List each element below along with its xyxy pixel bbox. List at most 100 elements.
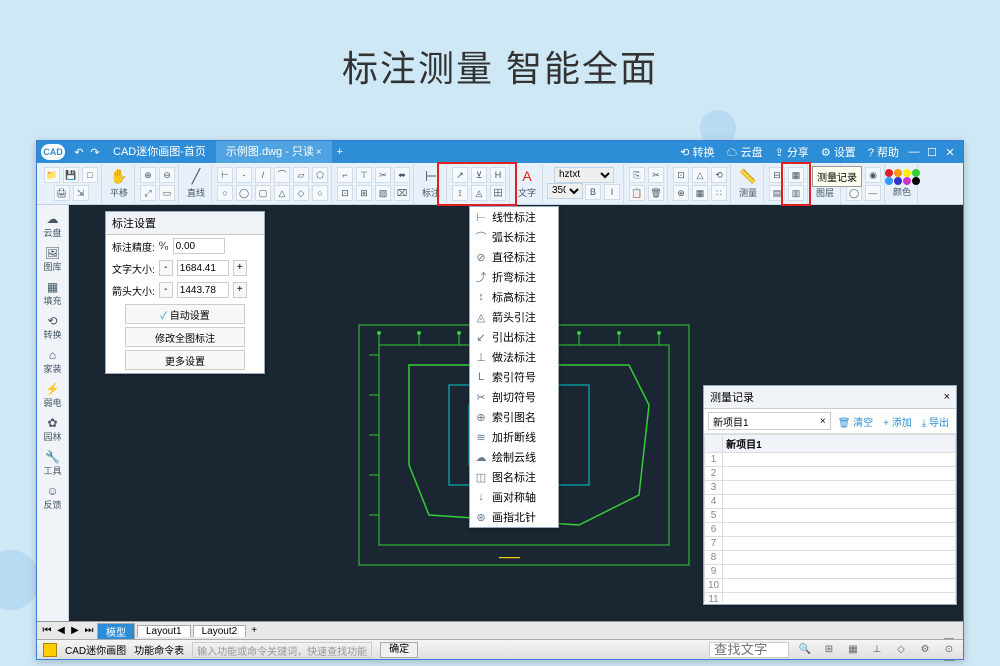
annot-menu-弧长标注[interactable]: ⌒弧长标注: [470, 227, 558, 247]
table-row[interactable]: 10: [705, 579, 956, 593]
table-row[interactable]: 6: [705, 523, 956, 537]
annot-menu-直径标注[interactable]: ⊘直径标注: [470, 247, 558, 267]
tab-layout2[interactable]: Layout2: [193, 625, 247, 637]
annot-menu-绘制云线[interactable]: ☁绘制云线: [470, 447, 558, 467]
annot-menu-线性标注[interactable]: ⊢线性标注: [470, 207, 558, 227]
tab-first-icon[interactable]: ⏮: [41, 625, 53, 636]
table-row[interactable]: 7: [705, 537, 956, 551]
italic-icon[interactable]: I: [604, 184, 620, 200]
add-button[interactable]: + 添加: [880, 414, 915, 429]
new-icon[interactable]: □: [82, 167, 98, 183]
rect-icon[interactable]: ▱: [293, 167, 309, 183]
annot-menu-做法标注[interactable]: ⊥做法标注: [470, 347, 558, 367]
nav-back-icon[interactable]: ↶: [71, 146, 87, 159]
dock-图库[interactable]: 🖼图库: [39, 243, 67, 275]
zoom-in-icon[interactable]: ⊕: [140, 167, 156, 183]
tab-home[interactable]: CAD迷你画图-首页: [103, 141, 216, 163]
annot-menu-标高标注[interactable]: ↕标高标注: [470, 287, 558, 307]
table-row[interactable]: 9: [705, 565, 956, 579]
annot-menu-画对称轴[interactable]: ↓画对称轴: [470, 487, 558, 507]
m5-icon[interactable]: ⊡: [337, 185, 353, 201]
text-size-dec[interactable]: -: [159, 260, 173, 276]
clear-button[interactable]: 🗑 清空: [835, 414, 876, 429]
a1-icon[interactable]: ↗: [452, 167, 468, 183]
annot-menu-剖切符号[interactable]: ✂剖切符号: [470, 387, 558, 407]
window-min-icon[interactable]: —: [905, 146, 923, 158]
m4-icon[interactable]: ⬌: [394, 167, 410, 183]
ly4-icon[interactable]: —: [865, 185, 881, 201]
text-button[interactable]: A文字: [514, 167, 540, 201]
dock-转换[interactable]: ⟲转换: [39, 311, 67, 343]
annot-menu-索引符号[interactable]: L索引符号: [470, 367, 558, 387]
export-button[interactable]: ⤓ 导出: [919, 414, 952, 429]
dock-园林[interactable]: ✿园林: [39, 413, 67, 445]
link-help[interactable]: ? 帮助: [862, 144, 905, 160]
pan-button[interactable]: ✋平移: [106, 167, 132, 201]
window-max-icon[interactable]: ☐: [923, 146, 941, 159]
save-icon[interactable]: 💾: [63, 167, 79, 183]
arrow-size-input[interactable]: [177, 282, 229, 298]
project-name-field[interactable]: 新项目1×: [708, 412, 831, 430]
zoom-out-icon[interactable]: ⊖: [159, 167, 175, 183]
window-close-icon[interactable]: ✕: [941, 146, 959, 159]
m2-icon[interactable]: ⊤: [356, 167, 372, 183]
m1-icon[interactable]: ⌐: [337, 167, 353, 183]
font-name-select[interactable]: hztxt: [554, 167, 614, 183]
link-cloud[interactable]: ☁ 云盘: [721, 144, 769, 160]
canvas[interactable]: 标注设置 标注精度: ⁰⁄₀ 文字大小: - + 箭头大小: - +: [69, 205, 963, 621]
measure-button[interactable]: 📏测量: [735, 167, 761, 201]
hline-icon[interactable]: -: [236, 167, 252, 183]
search-icon[interactable]: 🔍: [797, 644, 813, 655]
auto-set-button[interactable]: 自动设置: [125, 304, 245, 324]
tab-next-icon[interactable]: ▶: [69, 625, 81, 636]
table-row[interactable]: 2: [705, 467, 956, 481]
msr2-icon[interactable]: ▦: [788, 167, 804, 183]
annot-menu-画指北针[interactable]: ⊛画指北针: [470, 507, 558, 527]
annot-menu-箭头引注[interactable]: ◬箭头引注: [470, 307, 558, 327]
link-share[interactable]: ⇪ 分享: [769, 144, 815, 160]
m3-icon[interactable]: ✂: [375, 167, 391, 183]
msr4-icon[interactable]: ▥: [788, 185, 804, 201]
t4-icon[interactable]: ⊕: [673, 185, 689, 201]
t2-icon[interactable]: △: [692, 167, 708, 183]
tab-file[interactable]: 示例图.dwg - 只读×: [216, 141, 332, 163]
table-row[interactable]: 1: [705, 453, 956, 467]
pline-icon[interactable]: ⊢: [217, 167, 233, 183]
c5-icon[interactable]: ◇: [293, 185, 309, 201]
nav-fwd-icon[interactable]: ↷: [87, 146, 103, 159]
tab-prev-icon[interactable]: ◀: [55, 625, 67, 636]
zoom-slider-icon[interactable]: —⊙—: [941, 633, 957, 666]
t5-icon[interactable]: ▦: [692, 185, 708, 201]
precision-input[interactable]: [173, 238, 225, 254]
tab-last-icon[interactable]: ⏭: [83, 625, 95, 636]
snap-icon[interactable]: ⊞: [821, 644, 837, 655]
arrow-size-inc[interactable]: +: [233, 282, 247, 298]
c1-icon[interactable]: ○: [217, 185, 233, 201]
find-text-input[interactable]: [709, 642, 789, 658]
a4-icon[interactable]: ⟟: [452, 185, 468, 201]
tab-add[interactable]: +: [248, 625, 260, 636]
msr1-icon[interactable]: ⊟: [769, 167, 785, 183]
a6-icon[interactable]: 田: [490, 185, 506, 201]
a3-icon[interactable]: H: [490, 167, 506, 183]
tab-add-icon[interactable]: +: [332, 146, 348, 158]
tab-model[interactable]: 模型: [97, 623, 135, 639]
modify-all-button[interactable]: 修改全图标注: [125, 327, 245, 347]
poly-icon[interactable]: ⬠: [312, 167, 328, 183]
font-size-select[interactable]: 350: [547, 183, 583, 199]
measure-panel-close-icon[interactable]: ×: [944, 391, 950, 403]
tab-layout1[interactable]: Layout1: [137, 625, 191, 637]
arrow-size-dec[interactable]: -: [159, 282, 173, 298]
status-settings-icon[interactable]: ⚙: [917, 644, 933, 655]
annotate-button[interactable]: ⊢标注: [418, 167, 444, 201]
c4-icon[interactable]: △: [274, 185, 290, 201]
dock-工具[interactable]: 🔧工具: [39, 447, 67, 479]
annot-menu-折弯标注[interactable]: ⤴折弯标注: [470, 267, 558, 287]
print-icon[interactable]: 🖨: [54, 185, 70, 201]
a2-icon[interactable]: ⊻: [471, 167, 487, 183]
dock-弱电[interactable]: ⚡弱电: [39, 379, 67, 411]
text-size-inc[interactable]: +: [233, 260, 247, 276]
m7-icon[interactable]: ▧: [375, 185, 391, 201]
table-row[interactable]: 3: [705, 481, 956, 495]
table-row[interactable]: 8: [705, 551, 956, 565]
